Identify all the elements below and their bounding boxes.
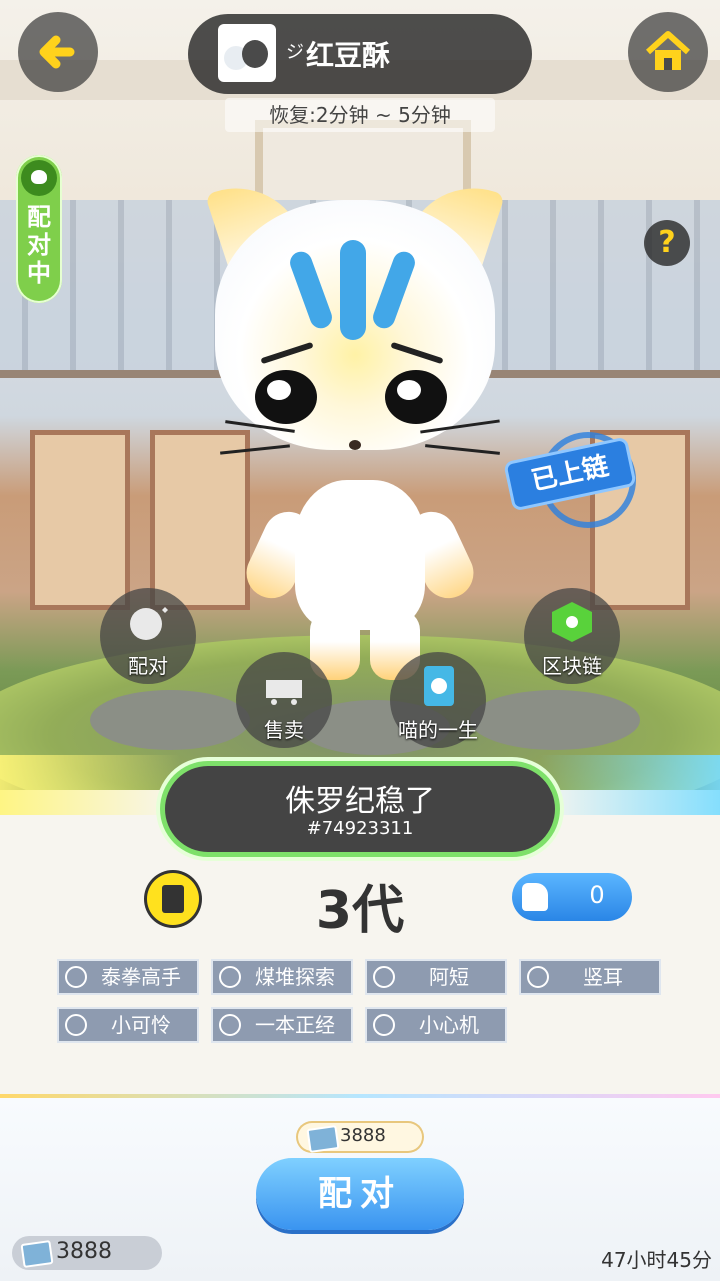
ticket-icon [306, 1125, 340, 1153]
like-button[interactable]: 0 [512, 873, 632, 921]
cat-heart-icon [130, 607, 168, 640]
tail-icon [373, 966, 395, 988]
owner-name-prefix: ジ [286, 42, 304, 63]
countdown-timer: 47小时45分 [601, 1248, 712, 1272]
trait-tag[interactable]: 阿短 [365, 959, 507, 995]
eye-icon [65, 1014, 87, 1036]
pair-cost-value: 3888 [340, 1125, 386, 1146]
home-button[interactable] [628, 12, 708, 92]
trait-tag[interactable]: 竖耳 [519, 959, 661, 995]
owner-avatar [218, 24, 276, 82]
pet-id: #74923311 [306, 818, 414, 839]
trait-label: 泰拳高手 [101, 965, 181, 989]
cat-character[interactable] [200, 170, 520, 680]
mouth-icon [219, 1014, 241, 1036]
cat-whisker [420, 419, 500, 434]
home-icon [645, 31, 691, 70]
pedigree-icon[interactable] [147, 873, 199, 925]
back-arrow-icon [39, 35, 75, 69]
cat-whisker [425, 444, 500, 455]
blockchain-action-label: 区块链 [542, 654, 602, 678]
matching-status[interactable]: 配对中 [16, 155, 62, 303]
matching-status-label: 配对中 [27, 203, 51, 287]
trait-label: 阿短 [429, 965, 469, 989]
trait-label: 一本正经 [255, 1013, 335, 1037]
whisker-icon [373, 1014, 395, 1036]
trait-label: 煤堆探索 [255, 965, 335, 989]
cat-eye [255, 370, 317, 424]
pet-name: 侏罗纪稳了 [285, 784, 435, 819]
thumbs-up-icon [522, 883, 548, 911]
blockchain-icon [552, 602, 592, 642]
ear-icon [527, 966, 549, 988]
cat-stripe [286, 248, 336, 332]
pair-action-label: 配对 [128, 654, 168, 678]
owner-pill[interactable]: ジ 红豆酥 [188, 14, 532, 94]
trait-tag[interactable]: 一本正经 [211, 1007, 353, 1043]
currency-balance[interactable]: 3888 [12, 1236, 162, 1270]
cat-life-action-label: 喵的一生 [398, 718, 478, 742]
avatar-cat-black [242, 40, 268, 68]
generation: 3代 [315, 881, 405, 941]
trait-tag[interactable]: 小可怜 [57, 1007, 199, 1043]
balance-value: 3888 [56, 1239, 112, 1264]
pair-action-button[interactable]: 配对 [100, 588, 196, 684]
trait-label: 小心机 [419, 1013, 479, 1037]
scene-door [30, 430, 130, 610]
help-button[interactable]: ? [644, 220, 690, 266]
cat-stripe [369, 248, 419, 332]
cat-stripe [340, 240, 366, 340]
trait-label: 小可怜 [111, 1013, 171, 1037]
cat-head [215, 200, 500, 455]
trait-tag[interactable]: 小心机 [365, 1007, 507, 1043]
sell-action-label: 售卖 [264, 718, 304, 742]
cat-brow [260, 341, 314, 365]
cat-life-action-button[interactable]: 喵的一生 [390, 652, 486, 748]
cat-whisker [220, 444, 290, 455]
pair-cost: 3888 [298, 1123, 422, 1153]
cat-nose [349, 440, 361, 450]
cat-brow [390, 341, 444, 365]
cat-book-icon [424, 666, 454, 706]
owner-name: 红豆酥 [306, 39, 391, 72]
paw-icon [65, 966, 87, 988]
drop-icon [219, 966, 241, 988]
ticket-icon [20, 1240, 54, 1268]
cat-eye [385, 370, 447, 424]
shopping-cart-icon [266, 680, 302, 705]
trait-tag[interactable]: 煤堆探索 [211, 959, 353, 995]
pair-button[interactable]: 配对 [256, 1158, 464, 1230]
sell-action-button[interactable]: 售卖 [236, 652, 332, 748]
cat-body [295, 480, 425, 630]
like-count: 0 [589, 881, 605, 909]
pet-nameplate: 侏罗纪稳了 #74923311 [165, 766, 555, 852]
back-button[interactable] [18, 12, 98, 92]
trait-label: 竖耳 [583, 965, 623, 989]
blockchain-action-button[interactable]: 区块链 [524, 588, 620, 684]
recovery-time: 恢复:2分钟 ~ 5分钟 [225, 98, 495, 132]
trait-tag[interactable]: 泰拳高手 [57, 959, 199, 995]
cat-face-icon [21, 160, 57, 196]
